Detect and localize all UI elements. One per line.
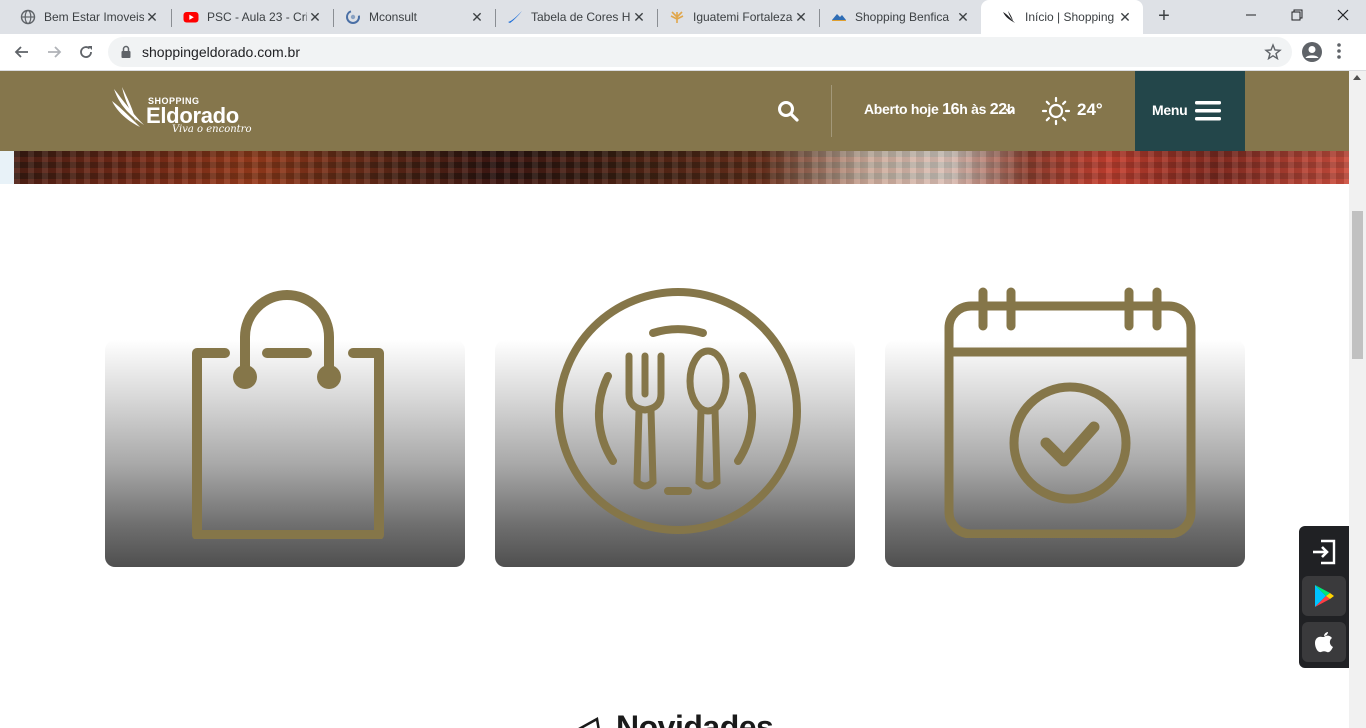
site-header: SHOPPING Eldorado Viva o encontro Aberto… bbox=[0, 71, 1349, 151]
tab-tabela-cores[interactable]: Tabela de Cores H ✕ bbox=[487, 0, 657, 34]
close-window-button[interactable] bbox=[1320, 0, 1366, 30]
arrow-right-icon bbox=[48, 46, 62, 58]
menu-label: Menu bbox=[1152, 102, 1188, 118]
hours-prefix: Aberto hoje bbox=[864, 101, 943, 117]
card-subtitle: Saiba tudo o que acontece por aqui bbox=[973, 602, 1157, 616]
browser-tab-strip: Bem Estar Imoveis ✕ PSC - Aula 23 - Cri … bbox=[0, 0, 1366, 34]
login-button[interactable] bbox=[1302, 532, 1346, 572]
temperature: 24° bbox=[1077, 100, 1103, 119]
mconsult-icon bbox=[345, 9, 361, 25]
app-download-dock bbox=[1299, 526, 1349, 668]
sun-icon bbox=[1041, 96, 1071, 126]
back-button[interactable] bbox=[10, 40, 34, 64]
close-icon[interactable]: ✕ bbox=[1117, 9, 1133, 25]
close-icon[interactable]: ✕ bbox=[469, 9, 485, 25]
megaphone-icon bbox=[578, 717, 600, 728]
card-lojas[interactable]: LOJAS Conheça aqui todas as nossas lojas bbox=[105, 290, 465, 616]
reload-button[interactable] bbox=[74, 40, 98, 64]
reload-icon bbox=[80, 46, 92, 58]
eldorado-logo[interactable]: SHOPPING Eldorado Viva o encontro bbox=[112, 85, 272, 139]
news-heading: Novidades bbox=[616, 709, 774, 728]
card-gastronomia[interactable]: GASTRONOMIA Confira as nossas opções de … bbox=[495, 288, 855, 616]
url-text: shoppingeldorado.com.br bbox=[142, 44, 300, 60]
card-title: GASTRONOMIA bbox=[619, 581, 731, 598]
forward-button[interactable] bbox=[42, 40, 66, 64]
bookmark-star-icon[interactable] bbox=[1264, 43, 1282, 66]
tab-title: Tabela de Cores H bbox=[531, 10, 631, 24]
new-tab-button[interactable]: + bbox=[1154, 6, 1174, 27]
eldorado-icon bbox=[1001, 9, 1017, 25]
swoosh-icon bbox=[507, 9, 523, 25]
logo-tagline-text: Viva o encontro bbox=[172, 124, 252, 135]
minimize-button[interactable] bbox=[1228, 0, 1274, 30]
globe-icon bbox=[20, 9, 36, 25]
restore-button[interactable] bbox=[1274, 0, 1320, 30]
address-bar[interactable]: shoppingeldorado.com.br bbox=[108, 37, 1292, 67]
apple-icon bbox=[1315, 632, 1333, 653]
menu-button[interactable]: Menu bbox=[1135, 71, 1245, 151]
app-store-button[interactable] bbox=[1302, 622, 1346, 662]
fork-spoon-plate-icon bbox=[555, 288, 801, 534]
chevron-down-icon[interactable] bbox=[1004, 104, 1016, 122]
tab-benfica[interactable]: Shopping Benfica ✕ bbox=[811, 0, 981, 34]
scrollbar-thumb[interactable] bbox=[1352, 211, 1363, 359]
close-icon[interactable]: ✕ bbox=[307, 9, 323, 25]
close-icon[interactable]: ✕ bbox=[631, 9, 647, 25]
hamburger-icon bbox=[1195, 101, 1221, 121]
shopping-bag-icon bbox=[192, 290, 384, 539]
hero-banner-image bbox=[14, 151, 1349, 184]
lock-icon bbox=[120, 45, 132, 64]
tab-inicio-eldorado[interactable]: Início | Shopping E ✕ bbox=[981, 0, 1143, 34]
tab-title: Shopping Benfica bbox=[855, 10, 950, 24]
leaf-logo-icon bbox=[112, 87, 144, 127]
tab-title: Início | Shopping E bbox=[1025, 10, 1117, 24]
header-divider bbox=[831, 85, 832, 137]
hours-mid: h às bbox=[959, 101, 990, 117]
tab-psc-aula[interactable]: PSC - Aula 23 - Cri ✕ bbox=[163, 0, 333, 34]
youtube-icon bbox=[183, 9, 199, 25]
tab-title: PSC - Aula 23 - Cri bbox=[207, 10, 307, 24]
google-play-button[interactable] bbox=[1302, 576, 1346, 616]
benfica-icon bbox=[831, 9, 847, 25]
opening-hours[interactable]: Aberto hoje 16h às 22h bbox=[864, 101, 1015, 119]
tab-title: Mconsult bbox=[369, 10, 418, 24]
tab-mconsult[interactable]: Mconsult ✕ bbox=[325, 0, 495, 34]
page-scrollbar[interactable] bbox=[1349, 71, 1366, 728]
tab-title: Bem Estar Imoveis bbox=[44, 10, 144, 24]
card-subtitle: Confira as nossas opções de alimentação bbox=[567, 602, 783, 616]
iguatemi-icon bbox=[669, 9, 685, 25]
login-icon bbox=[1313, 539, 1336, 565]
calendar-check-icon bbox=[944, 287, 1196, 538]
scroll-up-arrow-icon[interactable] bbox=[1353, 75, 1361, 80]
close-icon[interactable]: ✕ bbox=[955, 9, 971, 25]
arrow-left-icon bbox=[14, 46, 28, 58]
page-viewport: SHOPPING Eldorado Viva o encontro Aberto… bbox=[0, 71, 1349, 728]
hours-open: 16 bbox=[942, 101, 960, 118]
profile-avatar-icon[interactable] bbox=[1301, 41, 1323, 68]
close-icon[interactable]: ✕ bbox=[144, 9, 160, 25]
card-title: EVENTOS bbox=[1029, 581, 1100, 598]
tab-title: Iguatemi Fortaleza bbox=[693, 10, 793, 24]
card-subtitle: Conheça aqui todas as nossas lojas bbox=[192, 602, 378, 616]
browser-menu-icon[interactable] bbox=[1336, 41, 1342, 66]
card-eventos[interactable]: EVENTOS Saiba tudo o que acontece por aq… bbox=[885, 287, 1245, 616]
tab-bem-estar[interactable]: Bem Estar Imoveis ✕ bbox=[0, 0, 170, 34]
google-play-icon bbox=[1315, 585, 1334, 607]
search-icon[interactable] bbox=[776, 99, 800, 123]
close-icon[interactable]: ✕ bbox=[793, 9, 809, 25]
browser-toolbar: shoppingeldorado.com.br bbox=[0, 34, 1366, 71]
card-title: LOJAS bbox=[260, 581, 310, 598]
tab-iguatemi[interactable]: Iguatemi Fortaleza ✕ bbox=[649, 0, 819, 34]
